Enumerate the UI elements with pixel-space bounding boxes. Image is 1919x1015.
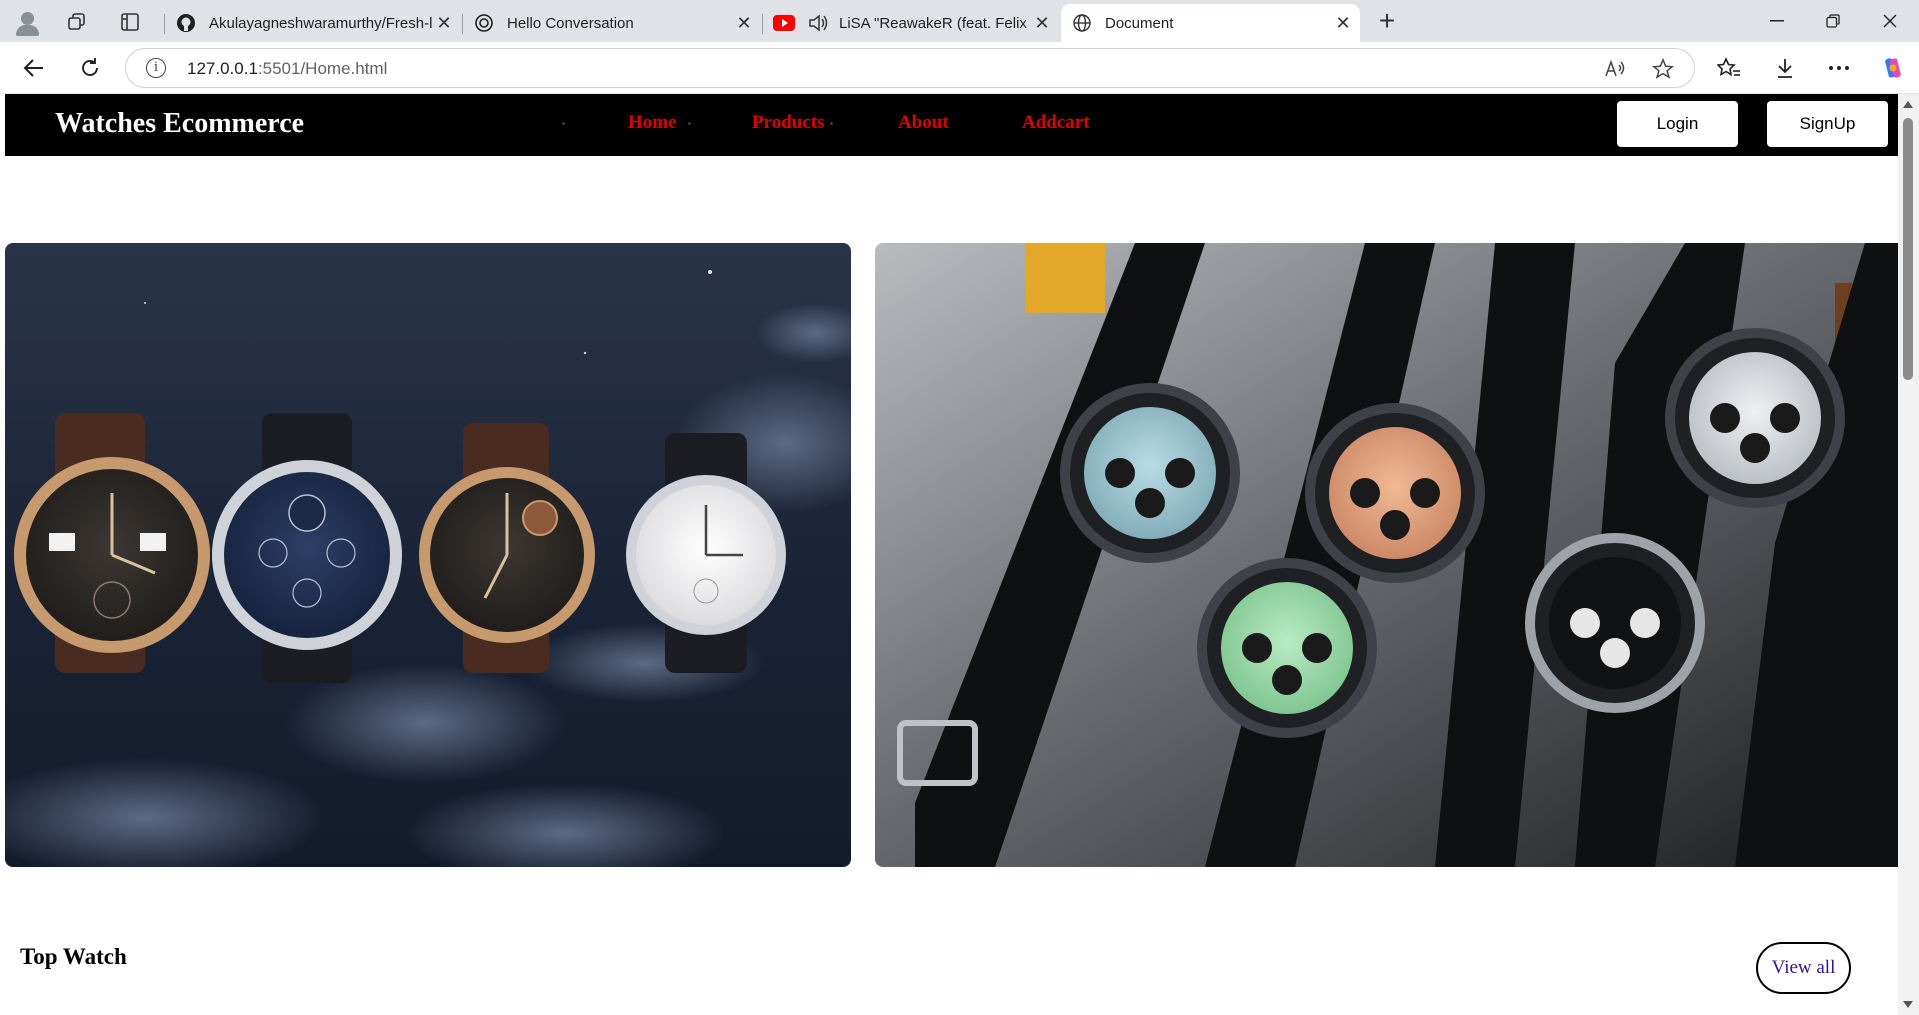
openai-icon — [473, 12, 495, 34]
tab-hello-conversation[interactable]: Hello Conversation ✕ — [463, 4, 761, 42]
close-tab-icon[interactable]: ✕ — [1332, 12, 1354, 34]
tab-document[interactable]: Document ✕ — [1061, 4, 1360, 42]
watch-black-dial — [1525, 533, 1705, 713]
favorites-list-icon[interactable] — [1714, 53, 1744, 83]
youtube-icon — [773, 12, 795, 34]
tab-title: Akulayagneshwaramurthy/Fresh-l — [209, 14, 433, 32]
hero-image-chronograph-watches — [875, 243, 1898, 867]
read-aloud-icon[interactable] — [1603, 57, 1627, 81]
address-bar[interactable]: i 127.0.0.1:5501/Home.html — [125, 48, 1695, 88]
scroll-down-arrow-icon[interactable] — [1903, 1001, 1913, 1008]
globe-icon — [1071, 12, 1093, 34]
browser-tab-bar: Akulayagneshwaramurthy/Fresh-l ✕ Hello C… — [0, 0, 1919, 42]
nav-bullet — [688, 122, 691, 125]
watch-mint-dial — [1197, 558, 1377, 738]
downloads-icon[interactable] — [1770, 53, 1800, 83]
signup-button[interactable]: SignUp — [1767, 101, 1888, 147]
page-scrollbar[interactable] — [1898, 94, 1919, 1015]
site-info-icon[interactable]: i — [146, 58, 166, 78]
nav-bullet — [562, 122, 565, 125]
reload-icon[interactable] — [75, 53, 105, 83]
close-tab-icon[interactable]: ✕ — [433, 12, 455, 34]
workspaces-icon[interactable] — [64, 9, 90, 35]
close-tab-icon[interactable]: ✕ — [733, 12, 755, 34]
hero-image-watch-collection — [5, 243, 851, 867]
scrollbar-thumb[interactable] — [1903, 118, 1913, 380]
copilot-icon[interactable] — [1878, 53, 1908, 83]
nav-link-products[interactable]: Products — [752, 112, 824, 134]
tab-title: Hello Conversation — [507, 14, 634, 32]
more-options-icon[interactable] — [1824, 53, 1854, 83]
view-all-button[interactable]: View all — [1756, 942, 1851, 994]
brand-logo[interactable]: Watches Ecommerce — [55, 108, 304, 140]
watch-silver-dial — [1665, 328, 1845, 508]
tab-youtube[interactable]: LiSA "ReawakeR (feat. Felix o ✕ — [763, 4, 1059, 42]
scroll-up-arrow-icon[interactable] — [1903, 101, 1913, 108]
site-navbar: Watches Ecommerce Home Products About Ad… — [5, 94, 1898, 156]
vertical-tabs-icon[interactable] — [117, 9, 143, 35]
url-text: 127.0.0.1:5501/Home.html — [187, 59, 388, 78]
address-toolbar: i 127.0.0.1:5501/Home.html — [0, 42, 1919, 94]
close-window-icon[interactable] — [1870, 6, 1910, 36]
page-viewport: Watches Ecommerce Home Products About Ad… — [0, 94, 1898, 1015]
tab-title: LiSA "ReawakeR (feat. Felix o — [839, 14, 1031, 32]
nav-link-addcart[interactable]: Addcart — [1022, 112, 1090, 134]
watch-blue-dial — [1060, 383, 1240, 563]
back-arrow-icon[interactable] — [19, 53, 49, 83]
github-icon — [175, 12, 197, 34]
favorite-star-icon[interactable] — [1651, 57, 1675, 81]
nav-link-about[interactable]: About — [898, 112, 949, 134]
section-title-top-watch: Top Watch — [20, 944, 127, 969]
minimize-icon[interactable] — [1757, 6, 1797, 36]
profile-avatar-icon[interactable] — [11, 8, 44, 36]
nav-bullet — [830, 122, 833, 125]
login-button[interactable]: Login — [1617, 101, 1738, 147]
tab-github[interactable]: Akulayagneshwaramurthy/Fresh-l ✕ — [165, 4, 461, 42]
tab-title: Document — [1105, 14, 1174, 32]
speaker-icon[interactable] — [807, 12, 829, 34]
watch-copper-dial — [1305, 403, 1485, 583]
new-tab-button[interactable]: + — [1372, 7, 1402, 36]
nav-link-home[interactable]: Home — [628, 112, 677, 134]
restore-icon[interactable] — [1813, 6, 1853, 36]
close-tab-icon[interactable]: ✕ — [1031, 12, 1053, 34]
